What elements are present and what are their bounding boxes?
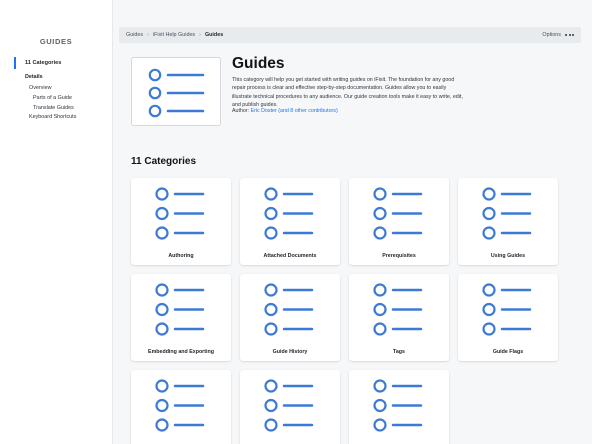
list-icon: [482, 282, 534, 338]
more-icon: [565, 34, 574, 36]
category-label: Using Guides: [490, 253, 526, 259]
options-button[interactable]: Options: [542, 32, 574, 38]
category-label: Guide Flags: [492, 349, 524, 355]
list-icon: [264, 186, 316, 242]
category-label: Guide History: [272, 349, 308, 355]
category-label: Tags: [393, 349, 405, 355]
sidebar-title: GUIDES: [39, 37, 73, 46]
sidebar-item-keyboard-shortcuts[interactable]: Keyboard Shortcuts: [29, 114, 76, 120]
category-card[interactable]: Prerequisites: [349, 178, 449, 265]
categories-heading: 11 Categories: [131, 156, 197, 167]
sidebar-item-translate-guides[interactable]: Translate Guides: [33, 105, 74, 111]
category-card[interactable]: [349, 370, 449, 444]
list-icon: [155, 186, 207, 242]
list-icon: [373, 186, 425, 242]
list-icon: [373, 282, 425, 338]
author-line: Author: Eric Doster (and 8 other contrib…: [232, 108, 338, 114]
page-description: This category will help you get started …: [232, 77, 463, 108]
breadcrumb-separator: ›: [199, 32, 201, 38]
category-label: Attached Documents: [263, 253, 317, 259]
category-card[interactable]: Guide Flags: [458, 274, 558, 361]
author-link[interactable]: Eric Doster (and 8 other contributors): [251, 108, 338, 114]
category-card[interactable]: Guide History: [240, 274, 340, 361]
category-card[interactable]: Tags: [349, 274, 449, 361]
list-icon: [264, 378, 316, 434]
guides-header-image: [131, 57, 221, 126]
main-content: Guides › iFixit Help Guides › Guides Opt…: [112, 0, 592, 444]
breadcrumb-item-guides[interactable]: Guides: [126, 32, 143, 38]
category-card[interactable]: Embedding and Exporting: [131, 274, 231, 361]
sidebar-item-parts-of-a-guide[interactable]: Parts of a Guide: [33, 95, 72, 101]
breadcrumb: Guides › iFixit Help Guides › Guides Opt…: [119, 27, 581, 43]
list-icon: [155, 282, 207, 338]
breadcrumb-separator: ›: [147, 32, 149, 38]
list-icon: [373, 378, 425, 434]
sidebar: GUIDES 11 Categories Details Overview Pa…: [0, 0, 112, 444]
sidebar-item-categories[interactable]: 11 Categories: [14, 57, 61, 69]
category-card[interactable]: Attached Documents: [240, 178, 340, 265]
author-prefix: Author:: [232, 108, 250, 114]
category-label: Authoring: [168, 253, 194, 259]
sidebar-item-overview[interactable]: Overview: [29, 85, 51, 91]
category-card[interactable]: Authoring: [131, 178, 231, 265]
list-icon: [148, 68, 205, 118]
category-label: Prerequisites: [382, 253, 416, 259]
list-icon: [264, 282, 316, 338]
category-card[interactable]: [131, 370, 231, 444]
page-title: Guides: [232, 55, 285, 72]
options-label: Options: [542, 32, 561, 38]
category-card[interactable]: [240, 370, 340, 444]
category-card[interactable]: Using Guides: [458, 178, 558, 265]
breadcrumb-item-ifixit-help-guides[interactable]: iFixit Help Guides: [153, 32, 195, 38]
category-label: Embedding and Exporting: [148, 349, 214, 355]
list-icon: [482, 186, 534, 242]
breadcrumb-item-current: Guides: [204, 32, 224, 38]
sidebar-item-details[interactable]: Details: [25, 74, 43, 80]
list-icon: [155, 378, 207, 434]
